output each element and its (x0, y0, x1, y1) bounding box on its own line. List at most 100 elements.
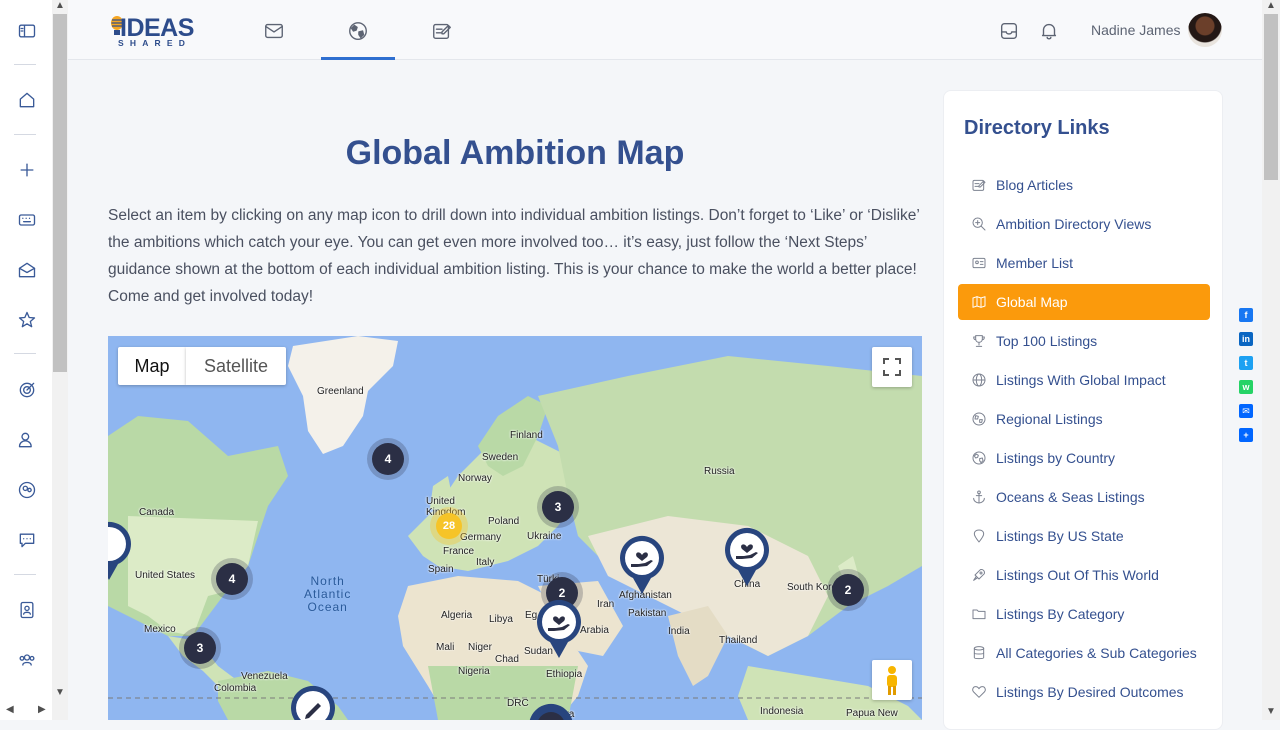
logo-subtext: SHARED (118, 38, 192, 48)
rail-scroll-left-icon[interactable]: ◀ (6, 704, 14, 715)
map-cluster[interactable]: 3 (184, 632, 216, 664)
sidebar-item-member-list[interactable]: Member List (958, 245, 1210, 281)
rail-scrollbar[interactable]: ▲ ▼ (52, 0, 68, 720)
map-label-spain: Spain (428, 564, 454, 575)
bell-icon[interactable] (1036, 18, 1062, 44)
map-pin-icon[interactable] (108, 520, 134, 582)
twitter-share-icon[interactable]: t (1239, 356, 1253, 370)
blog-icon (970, 176, 988, 194)
rail-scroll-down-icon[interactable]: ▼ (55, 687, 65, 698)
rail-divider (14, 353, 36, 354)
target-icon[interactable] (16, 379, 38, 401)
fullscreen-button[interactable] (872, 347, 912, 387)
sidebar-item-oceans-seas-listings[interactable]: Oceans & Seas Listings (958, 479, 1210, 515)
map-pin-icon[interactable] (617, 534, 667, 596)
sidebar-item-blog-articles[interactable]: Blog Articles (958, 167, 1210, 203)
sidebar-item-global-map[interactable]: Global Map (958, 284, 1210, 320)
map-label-chad: Chad (495, 654, 519, 665)
sidebar-item-label: Listings By Category (996, 606, 1125, 622)
email-share-icon[interactable]: ✉ (1239, 404, 1253, 418)
sidebar-item-label: Listings Out Of This World (996, 567, 1159, 583)
rail-divider (14, 134, 36, 135)
user-name[interactable]: Nadine James (1091, 22, 1181, 38)
sidebar-item-listings-by-desired-outcomes[interactable]: Listings By Desired Outcomes (958, 674, 1210, 710)
map-label-thailand: Thailand (719, 635, 758, 646)
map-cluster[interactable]: 4 (372, 443, 404, 475)
map-label-russia: Russia (704, 466, 735, 477)
home-icon[interactable] (16, 89, 38, 111)
map-icon (970, 293, 988, 311)
avatar[interactable] (1188, 13, 1222, 47)
more-share-icon[interactable]: + (1239, 428, 1253, 442)
user-edit-icon[interactable] (16, 429, 38, 451)
add-icon[interactable] (16, 159, 38, 181)
whatsapp-share-icon[interactable]: w (1239, 380, 1253, 394)
map-label-south-korea: South Kore (787, 582, 838, 593)
globe-nav-icon[interactable] (345, 18, 371, 44)
group-icon[interactable] (16, 649, 38, 671)
map-label-papua: Papua New (846, 708, 898, 719)
rocket-icon (970, 566, 988, 584)
sidebar-item-label: Listings With Global Impact (996, 372, 1166, 388)
page-scrollbar[interactable]: ▲ ▼ (1262, 0, 1280, 720)
map-cluster[interactable]: 3 (542, 491, 574, 523)
sidebar-item-all-categories[interactable]: All Categories & Sub Categories (958, 635, 1210, 671)
sidebar-item-label: Regional Listings (996, 411, 1103, 427)
sidebar-item-listings-by-category[interactable]: Listings By Category (958, 596, 1210, 632)
database-icon (970, 644, 988, 662)
intro-text: Select an item by clicking on any map ic… (108, 207, 920, 305)
page-scrollbar-thumb[interactable] (1264, 14, 1278, 180)
sidebar-toggle-icon[interactable] (16, 20, 38, 42)
sidebar-item-label: Listings By Desired Outcomes (996, 684, 1184, 700)
logo[interactable]: IDEAS SHARED (110, 12, 206, 48)
map-cluster[interactable]: 2 (832, 574, 864, 606)
mail-icon[interactable] (261, 18, 287, 44)
global-map[interactable]: Map Satellite Greenland Finland Sweden N… (108, 336, 922, 720)
edit-list-icon[interactable] (429, 18, 455, 44)
map-label-colombia: Colombia (214, 683, 257, 694)
map-view-tab[interactable]: Map (118, 347, 186, 385)
page-scroll-up-icon[interactable]: ▲ (1266, 0, 1276, 11)
star-icon[interactable] (16, 309, 38, 331)
rail-scroll-right-icon[interactable]: ▶ (38, 704, 46, 715)
sidebar-item-top-100-listings[interactable]: Top 100 Listings (958, 323, 1210, 359)
sidebar-item-listings-global-impact[interactable]: Listings With Global Impact (958, 362, 1210, 398)
map-label-saudi-arabia: Arabia (580, 625, 609, 636)
users-circle-icon[interactable] (16, 479, 38, 501)
sidebar-item-listings-by-us-state[interactable]: Listings By US State (958, 518, 1210, 554)
rail-scroll-up-icon[interactable]: ▲ (55, 0, 65, 11)
map-pin-icon[interactable] (722, 526, 772, 588)
street-view-pegman-button[interactable] (872, 660, 912, 700)
share-bar: f in t w ✉ + (1239, 308, 1253, 452)
page-scroll-down-icon[interactable]: ▼ (1266, 706, 1276, 717)
satellite-view-tab[interactable]: Satellite (186, 347, 286, 385)
map-label-mexico: Mexico (144, 624, 176, 635)
sidebar-item-regional-listings[interactable]: Regional Listings (958, 401, 1210, 437)
map-pin-icon[interactable] (526, 702, 576, 720)
map-label-libya: Libya (489, 614, 513, 625)
map-label-mali: Mali (436, 642, 455, 653)
mail-open-icon[interactable] (16, 259, 38, 281)
sidebar-item-listings-out-of-this-world[interactable]: Listings Out Of This World (958, 557, 1210, 593)
search-plus-icon (970, 215, 988, 233)
trophy-icon (970, 332, 988, 350)
contact-book-icon[interactable] (16, 599, 38, 621)
sidebar-item-listings-by-country[interactable]: Listings by Country (958, 440, 1210, 476)
map-label-niger: Niger (468, 642, 492, 653)
map-pin-icon[interactable] (288, 684, 338, 720)
map-label-sweden: Sweden (482, 452, 519, 463)
map-cluster[interactable]: 4 (216, 563, 248, 595)
chat-icon[interactable] (16, 529, 38, 551)
keyboard-icon[interactable] (16, 209, 38, 231)
map-cluster[interactable]: 28 (436, 513, 462, 539)
map-label-venezuela: Venezuela (241, 671, 288, 682)
rail-scrollbar-thumb[interactable] (53, 14, 67, 372)
linkedin-share-icon[interactable]: in (1239, 332, 1253, 346)
sidebar-item-ambition-directory-views[interactable]: Ambition Directory Views (958, 206, 1210, 242)
map-label-pakistan: Pakistan (628, 608, 667, 619)
anchor-icon (970, 488, 988, 506)
sidebar-item-label: Listings by Country (996, 450, 1116, 466)
map-pin-icon[interactable] (534, 598, 584, 660)
facebook-share-icon[interactable]: f (1239, 308, 1253, 322)
inbox-icon[interactable] (996, 18, 1022, 44)
